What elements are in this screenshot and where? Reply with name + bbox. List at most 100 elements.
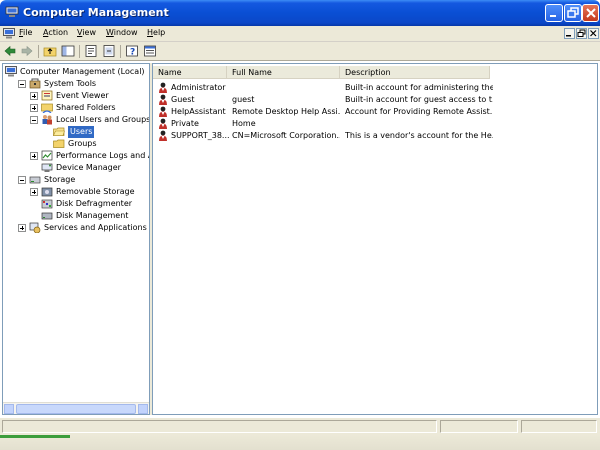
mdi-restore-button[interactable]: [576, 28, 587, 39]
bottom-strip: [0, 435, 600, 450]
tree-item-computer-management-local[interactable]: Computer Management (Local): [3, 66, 149, 78]
table-row[interactable]: SUPPORT_38... CN=Microsoft Corporation...…: [153, 129, 597, 142]
back-arrow-icon[interactable]: [3, 44, 17, 58]
folder-icon: [53, 139, 65, 148]
tree-item-label: Shared Folders: [56, 103, 116, 112]
expand-icon[interactable]: [30, 92, 38, 100]
up-one-level-icon[interactable]: [43, 44, 57, 58]
restore-icon: [567, 7, 579, 18]
scroll-right-arrow-icon[interactable]: [138, 404, 148, 414]
tools-icon: [29, 78, 41, 89]
expand-icon[interactable]: [18, 224, 26, 232]
defrag-icon: [41, 199, 53, 209]
computer-icon: [5, 66, 17, 77]
forward-arrow-icon[interactable]: [20, 44, 34, 58]
scroll-left-arrow-icon[interactable]: [4, 404, 14, 414]
tree-item-label: Storage: [44, 175, 76, 184]
tree-item-disk-defragmenter[interactable]: Disk Defragmenter: [3, 198, 149, 210]
menu-file[interactable]: File: [19, 28, 32, 37]
user-icon: [159, 130, 167, 141]
expand-icon[interactable]: [30, 152, 38, 160]
mdi-close-button[interactable]: [588, 28, 599, 39]
tree-item-device-manager[interactable]: Device Manager: [3, 162, 149, 174]
disk-icon: [41, 212, 53, 220]
status-bar: [0, 417, 600, 435]
device-manager-icon: [41, 163, 53, 172]
collapse-icon[interactable]: [18, 80, 26, 88]
menu-action[interactable]: Action: [43, 28, 68, 37]
tree-item-label: Groups: [68, 139, 97, 148]
console-tree[interactable]: Computer Management (Local) System Tools E…: [2, 63, 150, 415]
tree-item-event-viewer[interactable]: Event Viewer: [3, 90, 149, 102]
expand-icon[interactable]: [30, 188, 38, 196]
tree-item-removable-storage[interactable]: Removable Storage: [3, 186, 149, 198]
status-cell: [521, 420, 597, 433]
toolbar: ?: [0, 42, 600, 61]
scroll-thumb[interactable]: [16, 404, 136, 414]
tree-item-storage[interactable]: Storage: [3, 174, 149, 186]
list-header: Name Full Name Description: [153, 66, 597, 79]
tree-item-performance-logs-and-alerts[interactable]: Performance Logs and Alerts: [3, 150, 149, 162]
tree-item-disk-management[interactable]: Disk Management: [3, 210, 149, 222]
tree-item-local-users-and-groups[interactable]: Local Users and Groups: [3, 114, 149, 126]
tree-item-shared-folders[interactable]: Shared Folders: [3, 102, 149, 114]
toolbar-separator: [120, 45, 121, 58]
computer-management-icon: [5, 6, 19, 17]
tree-item-services-and-applications[interactable]: Services and Applications: [3, 222, 149, 234]
restore-icon: [577, 29, 586, 37]
title-bar[interactable]: Computer Management: [0, 0, 600, 26]
tree-horizontal-scrollbar[interactable]: [3, 402, 149, 414]
tree-item-label: Disk Defragmenter: [56, 199, 133, 208]
close-button[interactable]: [582, 4, 599, 22]
expand-icon[interactable]: [30, 104, 38, 112]
taskbar-start-edge: [0, 435, 70, 438]
menu-help[interactable]: Help: [147, 28, 165, 37]
tree-item-label: System Tools: [44, 79, 97, 88]
user-icon: [159, 106, 167, 117]
tree-item-label: Services and Applications: [44, 223, 147, 232]
users-list[interactable]: Name Full Name Description Administrator…: [152, 63, 598, 415]
collapse-icon[interactable]: [30, 116, 38, 124]
tree-item-groups[interactable]: Groups: [3, 138, 149, 150]
user-icon: [159, 94, 167, 105]
tree-item-label: Event Viewer: [56, 91, 109, 100]
window-title: Computer Management: [23, 6, 169, 19]
tree-item-label: Performance Logs and Alerts: [56, 151, 149, 160]
folder-open-icon: [53, 127, 65, 136]
tree-item-system-tools[interactable]: System Tools: [3, 78, 149, 90]
show-hide-tree-icon[interactable]: [61, 44, 75, 58]
column-header-description[interactable]: Description: [340, 66, 490, 79]
help-icon[interactable]: ?: [125, 44, 139, 58]
removable-storage-icon: [41, 187, 53, 197]
tree-item-label: Users: [68, 126, 95, 138]
column-header-name[interactable]: Name: [153, 66, 227, 79]
users-icon: [42, 115, 52, 125]
minimize-icon: [566, 35, 571, 37]
user-description-cell: This is a vendor's account for the He...: [345, 131, 493, 140]
menu-window[interactable]: Window: [106, 28, 138, 37]
close-icon: [586, 8, 596, 18]
status-cell: [440, 420, 518, 433]
maximize-button[interactable]: [564, 4, 582, 22]
svg-text:?: ?: [130, 48, 135, 58]
user-name-cell: SUPPORT_38...: [171, 131, 229, 140]
services-icon: [29, 222, 41, 233]
mmc-icon[interactable]: [3, 28, 15, 39]
tree-item-users[interactable]: Users: [3, 126, 149, 138]
user-icon: [159, 118, 167, 129]
collapse-icon[interactable]: [18, 176, 26, 184]
toolbar-separator: [79, 45, 80, 58]
export-list-icon[interactable]: [102, 44, 116, 58]
toolbar-separator: [38, 45, 39, 58]
properties-icon[interactable]: [84, 44, 98, 58]
status-cell: [2, 420, 437, 433]
storage-icon: [29, 176, 41, 184]
menu-view[interactable]: View: [77, 28, 96, 37]
mdi-minimize-button[interactable]: [564, 28, 575, 39]
minimize-icon: [550, 15, 556, 17]
column-header-full-name[interactable]: Full Name: [227, 66, 340, 79]
console-tree-icon[interactable]: [143, 44, 157, 58]
minimize-button[interactable]: [545, 4, 563, 22]
user-full-name-cell: CN=Microsoft Corporation...: [232, 131, 340, 140]
tree-item-label: Disk Management: [56, 211, 129, 220]
